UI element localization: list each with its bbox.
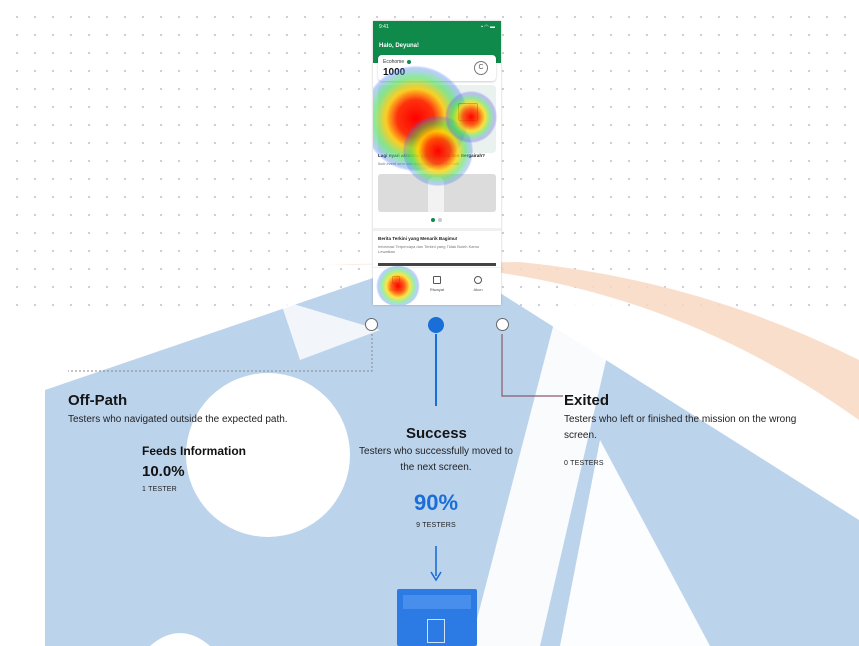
thumbnail-header [403,595,471,609]
exited-node[interactable] [496,318,509,331]
exited-testers: 0 TESTERS [564,460,604,467]
off-path-description: Testers who navigated outside the expect… [68,414,288,425]
off-path-title: Off-Path [68,392,128,409]
success-percent: 90% [413,490,459,515]
exited-description: Testers who left or finished the mission… [564,414,797,441]
exited-title: Exited [564,392,610,409]
success-testers: 9 TESTERS [416,522,456,529]
off-path-percent: 10.0% [142,463,185,480]
off-path-target-name[interactable]: Feeds Information [142,444,246,458]
thumbnail-device-icon [427,619,445,643]
success-title: Success [406,425,467,442]
next-screen-thumbnail[interactable] [397,589,477,646]
off-path-node[interactable] [365,318,378,331]
success-description: Testers who successfully moved to the ne… [359,446,513,473]
off-path-testers: 1 TESTER [142,486,177,493]
success-node[interactable] [428,317,444,333]
